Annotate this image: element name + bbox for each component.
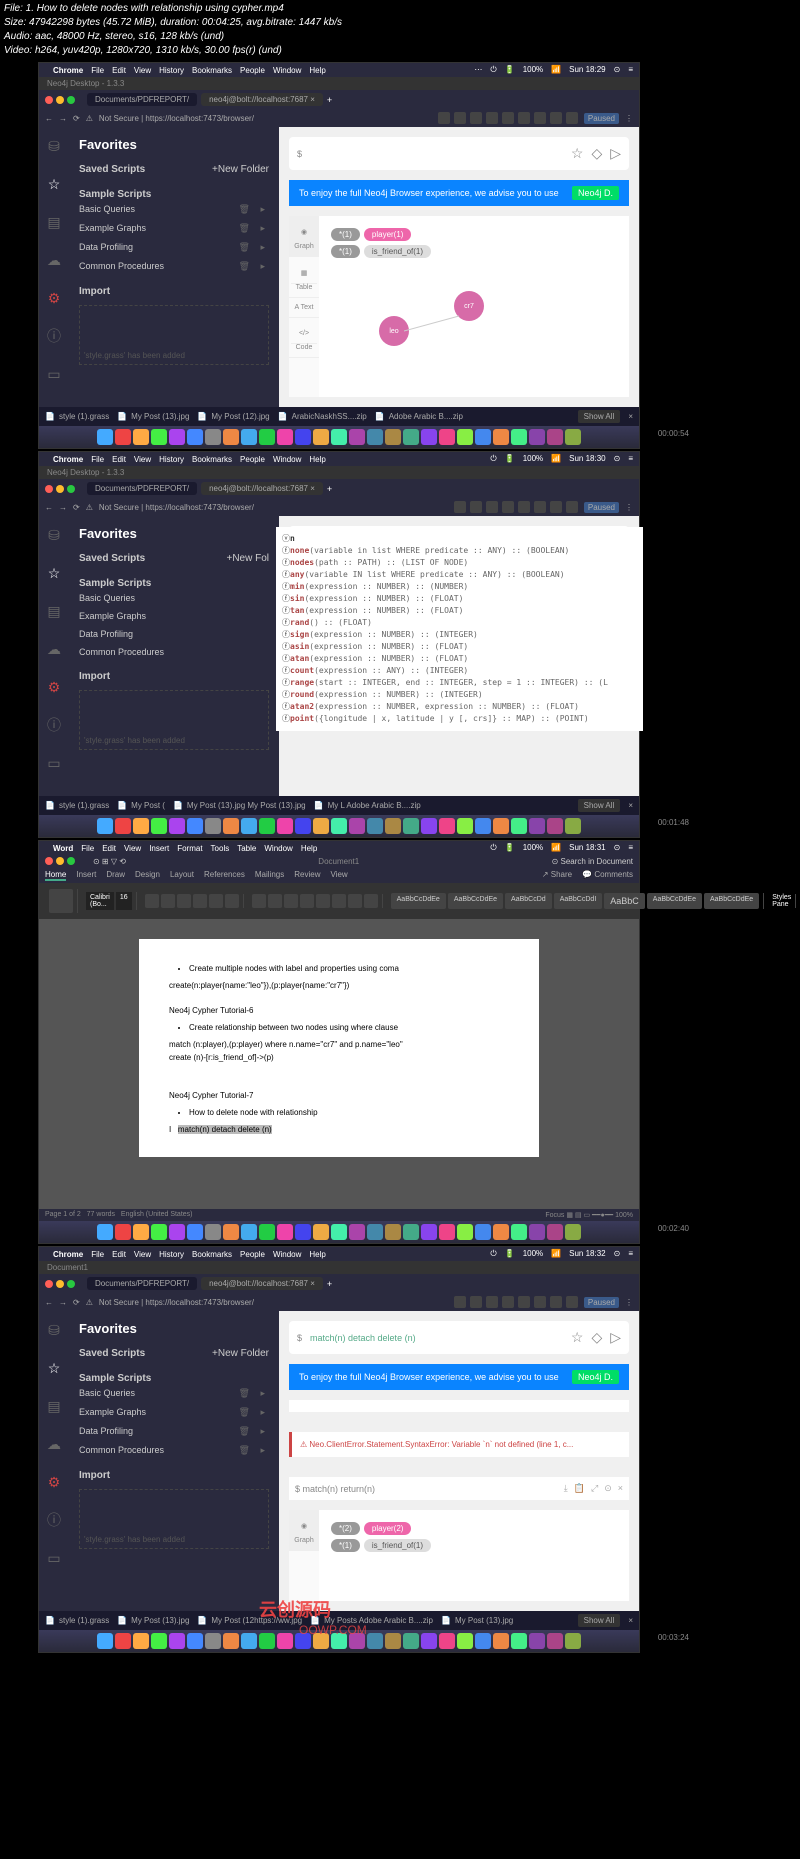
info-banner: To enjoy the full Neo4j Browser experien…: [289, 180, 629, 206]
main-panel: $ ☆◇▷ To enjoy the full Neo4j Browser ex…: [279, 127, 639, 407]
back-button[interactable]: ←: [45, 114, 53, 123]
watermark-url: OOWP.COM: [299, 1623, 367, 1637]
download-bar: 📄 style (1).grass 📄 My Post (13).jpg 📄 M…: [39, 407, 639, 426]
cloud-icon[interactable]: ☁: [45, 251, 63, 269]
show-all-button[interactable]: Show All: [578, 410, 621, 423]
sidebar-item[interactable]: Common Procedures🗑 ▸: [79, 257, 269, 276]
document-area[interactable]: Create multiple nodes with label and pro…: [39, 919, 639, 1209]
settings-icon[interactable]: ⚙: [45, 289, 63, 307]
styles-pane[interactable]: Styles Pane: [772, 894, 791, 908]
erase-icon[interactable]: ◇: [591, 145, 602, 162]
font-select[interactable]: Calibri (Bo...: [86, 892, 114, 910]
icon-rail: ⛁ ☆ ▤ ☁ ⚙ ⓘ ▭: [39, 127, 69, 407]
sidebar-item[interactable]: Basic Queries🗑 ▸: [79, 200, 269, 219]
code-tab[interactable]: </>Code: [289, 318, 319, 358]
screenshot-1: ChromeFileEditViewHistoryBookmarksPeople…: [38, 62, 640, 449]
dock: [39, 426, 639, 448]
mac-menubar: ChromeFileEditViewHistoryBookmarksPeople…: [39, 63, 639, 77]
size-select[interactable]: 16: [116, 892, 132, 910]
play-icon[interactable]: ▷: [610, 145, 621, 162]
ribbon-tabs: Home InsertDrawDesignLayoutReferencesMai…: [39, 868, 639, 883]
sidebar-item[interactable]: Example Graphs🗑 ▸: [79, 219, 269, 238]
tab-1[interactable]: Documents/PDFREPORT/: [87, 93, 197, 106]
sidebar: Favorites Saved Scripts+New Folder Sampl…: [69, 127, 279, 407]
ribbon: Calibri (Bo...16 AaBbCcDdEeAaBbCcDdEeAaB…: [39, 883, 639, 919]
docs2-icon[interactable]: ▭: [45, 365, 63, 383]
database-icon[interactable]: ⛁: [45, 137, 63, 155]
screenshot-2: ChromeFileEditViewHistoryBookmarksPeople…: [38, 451, 640, 838]
paste-button[interactable]: [49, 889, 73, 913]
query-history: $ match(n) return(n)⤓📋⤢⊙×: [289, 1477, 629, 1500]
tab-2[interactable]: neo4j@bolt://localhost:7687 ×: [201, 93, 323, 106]
error-message: ⚠ Neo.ClientError.Statement.SyntaxError:…: [289, 1432, 629, 1457]
screenshot-4: ChromeFileEditViewHistoryBookmarksPeople…: [38, 1246, 640, 1653]
docs-icon[interactable]: ▤: [45, 213, 63, 231]
url-bar: ←→⟳ ⚠Not Secure | https://localhost:7473…: [39, 109, 639, 127]
new-folder-button[interactable]: +New Folder: [212, 164, 269, 175]
word-titlebar: ⊙ ⊞ ▽ ⟲Document1⊙ Search in Document: [39, 855, 639, 868]
neo4j-button[interactable]: Neo4j D.: [572, 186, 619, 200]
sidebar-title: Favorites: [79, 137, 269, 152]
status-bar: Page 1 of 2 77 words English (United Sta…: [39, 1209, 639, 1221]
star-icon[interactable]: ☆: [45, 175, 63, 193]
graph-tab[interactable]: ◉Graph: [289, 216, 319, 257]
about-icon[interactable]: ⓘ: [45, 327, 63, 345]
url-input[interactable]: Not Secure | https://localhost:7473/brow…: [99, 114, 432, 123]
text-tab[interactable]: A Text: [289, 298, 319, 318]
tab-home[interactable]: Home: [45, 870, 66, 881]
new-tab[interactable]: +: [327, 95, 332, 105]
screenshot-3: WordFileEditViewInsertFormatToolsTableWi…: [38, 840, 640, 1244]
sidebar-item[interactable]: Data Profiling🗑 ▸: [79, 238, 269, 257]
reload-button[interactable]: ⟳: [73, 114, 80, 123]
watermark: 云创源码: [259, 1596, 331, 1622]
table-tab[interactable]: ▦Table: [289, 257, 319, 298]
browser-tabs: Documents/PDFREPORT/ neo4j@bolt://localh…: [39, 90, 639, 109]
result-panel: ◉Graph ▦Table A Text </>Code *(1)player(…: [289, 216, 629, 397]
query-input[interactable]: $ ☆◇▷: [289, 137, 629, 170]
autocomplete-popup[interactable]: ⓥn ⓕnone(variable in list WHERE predicat…: [276, 527, 643, 731]
star-icon[interactable]: ☆: [571, 145, 584, 162]
forward-button[interactable]: →: [59, 114, 67, 123]
file-metadata: File: 1. How to delete nodes with relati…: [0, 0, 800, 60]
